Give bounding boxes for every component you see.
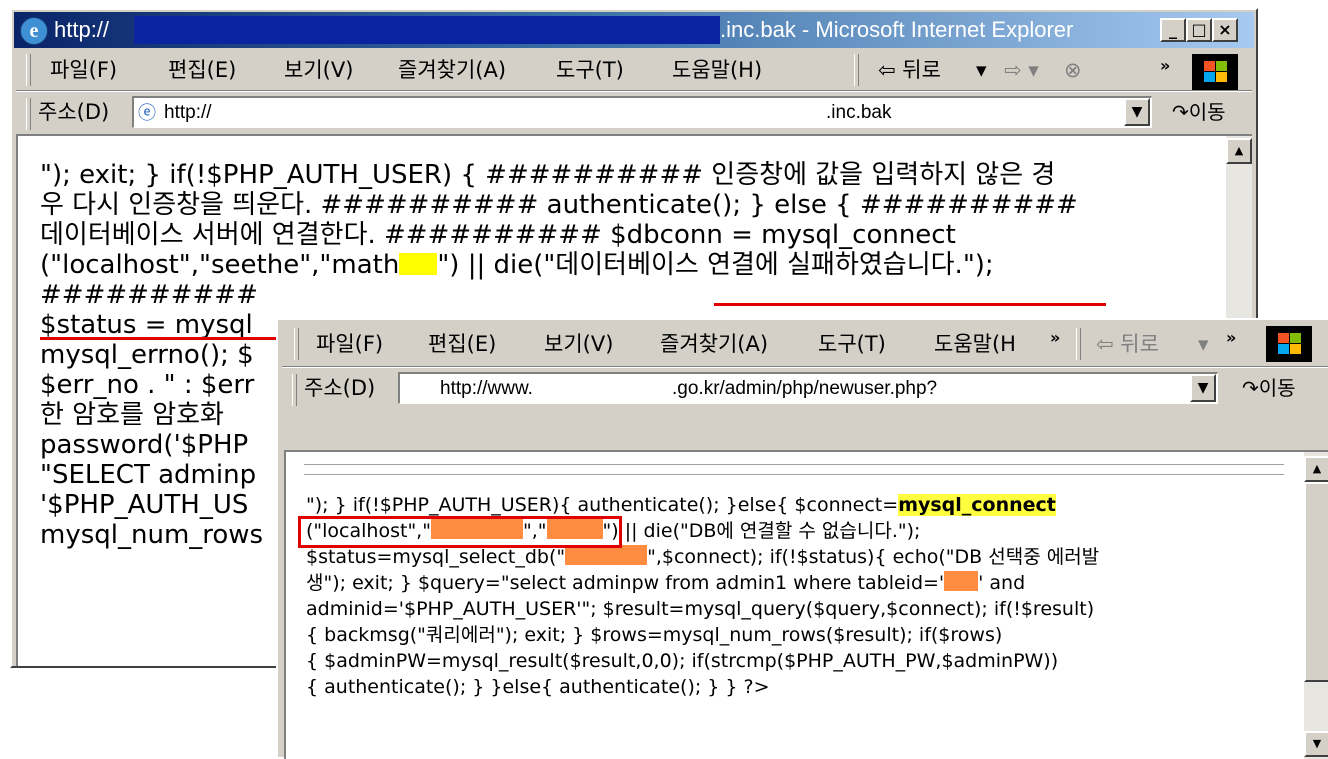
title-bar[interactable]: e http:// .inc.bak - Microsoft Internet …: [14, 12, 1254, 48]
text-line: { $adminPW=mysql_result($result,0,0); if…: [306, 650, 1059, 672]
go-arrow-icon: ↷: [1242, 376, 1259, 400]
page-icon: ⓔ: [138, 103, 156, 123]
menu-favorites[interactable]: 즐겨찾기(A): [398, 56, 506, 84]
back-button[interactable]: ⇦ 뒤로: [1096, 330, 1159, 358]
orange-redaction: [944, 571, 979, 591]
address-input[interactable]: http://www. .go.kr/admin/php/newuser.php…: [398, 372, 1218, 404]
menu-edit[interactable]: 편집(E): [168, 56, 236, 84]
address-bar: 주소(D) ⓔ http:// .inc.bak ▼ ↷이동: [16, 94, 1252, 132]
forward-button[interactable]: ⇨ ▾: [1004, 56, 1039, 84]
address-bar: 주소(D) http://www. .go.kr/admin/php/newus…: [282, 370, 1328, 408]
toolbar-grip: [854, 54, 859, 86]
menu-view[interactable]: 보기(V): [544, 330, 613, 358]
text-line: adminid='$PHP_AUTH_USER'"; $result=mysql…: [306, 598, 1095, 620]
ie-icon: e: [20, 17, 48, 45]
address-text-left: http://: [164, 102, 212, 123]
text-line: ("localhost","seethe","math ") || die("데이…: [40, 250, 1210, 280]
toolbar-chevron-icon[interactable]: »: [1226, 324, 1236, 352]
text-line: 생"); exit; } $query="select adminpw from…: [306, 570, 1099, 596]
menu-help[interactable]: 도움말(H): [672, 56, 762, 84]
address-grip: [26, 98, 31, 130]
annotation-underline: [40, 337, 278, 340]
toolbar-grip: [1076, 328, 1081, 360]
minimize-button[interactable]: _: [1160, 18, 1186, 42]
line3-b: ",$connect); if(!$status){ echo("DB 선택중 …: [647, 546, 1100, 568]
line1-text: "); } if(!$PHP_AUTH_USER){ authenticate(…: [306, 494, 899, 516]
orange-redaction: [565, 545, 648, 565]
toolbar-separator: [282, 366, 1328, 368]
divider: [304, 464, 1284, 465]
text-line: "); exit; } if(!$PHP_AUTH_USER) { ######…: [40, 160, 1056, 190]
line4-tail: ") || die("데이터베이스 연결에 실패하였습니다.");: [437, 250, 994, 280]
menu-bar: 파일(F) 편집(E) 보기(V) 즐겨찾기(A) 도구(T) 도움말(H » …: [282, 324, 1328, 364]
toolbar-chevron-icon[interactable]: »: [1160, 52, 1170, 80]
menu-file[interactable]: 파일(F): [50, 56, 117, 84]
windows-logo-icon: [1266, 326, 1312, 362]
line4-head: ("localhost","seethe","math: [40, 250, 400, 280]
maximize-button[interactable]: □: [1186, 18, 1212, 42]
back-button[interactable]: ⇦ 뒤로: [878, 56, 941, 84]
annotation-underline: [714, 303, 1106, 306]
back-dropdown[interactable]: ▾: [1198, 330, 1209, 358]
menu-view[interactable]: 보기(V): [284, 56, 353, 84]
go-label: 이동: [1188, 100, 1226, 124]
text-line: { authenticate(); } }else{ authenticate(…: [306, 676, 770, 698]
menu-bar: 파일(F) 편집(E) 보기(V) 즐겨찾기(A) 도구(T) 도움말(H) ⇦…: [16, 50, 1252, 90]
scroll-down-button[interactable]: ▼: [1304, 731, 1328, 757]
menu-help[interactable]: 도움말(H: [934, 330, 1016, 358]
text-line: "); } if(!$PHP_AUTH_USER){ authenticate(…: [306, 492, 1099, 518]
go-label: 이동: [1258, 376, 1296, 400]
annotation-box: [298, 516, 622, 548]
text-line: { backmsg("쿼리에러"); exit; } $rows=mysql_n…: [306, 624, 1003, 646]
menu-file[interactable]: 파일(F): [316, 330, 383, 358]
go-button[interactable]: ↷이동: [1242, 374, 1296, 402]
scroll-up-button[interactable]: ▲: [1304, 456, 1328, 482]
address-label: 주소(D): [304, 376, 376, 400]
back-dropdown[interactable]: ▾: [976, 56, 987, 84]
page-content: "); } if(!$PHP_AUTH_USER){ authenticate(…: [284, 450, 1328, 759]
address-grip: [292, 374, 297, 406]
stop-icon[interactable]: ⊗: [1064, 56, 1082, 84]
address-dropdown-button[interactable]: ▼: [1190, 374, 1216, 402]
vertical-scrollbar[interactable]: ▲ ▼: [1304, 452, 1328, 759]
menu-grip: [294, 328, 299, 360]
line4-b: ' and: [978, 572, 1026, 594]
menu-tools[interactable]: 도구(T): [556, 56, 624, 84]
address-text-right: .inc.bak: [826, 102, 892, 123]
address-input[interactable]: ⓔ http:// .inc.bak ▼: [132, 96, 1152, 128]
go-button[interactable]: ↷이동: [1172, 98, 1226, 126]
scroll-up-button[interactable]: ▲: [1226, 138, 1252, 164]
close-button[interactable]: ×: [1212, 18, 1238, 42]
yellow-redaction: [399, 253, 438, 275]
menu-grip: [26, 54, 31, 86]
mysql-connect-highlight: mysql_connect: [898, 494, 1056, 516]
scroll-thumb[interactable]: [1304, 482, 1328, 682]
toolbar-separator: [16, 90, 1252, 92]
address-text-right: .go.kr/admin/php/newuser.php?: [672, 378, 938, 399]
text-line: 우 다시 인증창을 띄운다. ########## authenticate()…: [40, 190, 1078, 220]
windows-logo-icon: [1192, 54, 1238, 90]
title-redaction: [134, 16, 720, 44]
menu-favorites[interactable]: 즐겨찾기(A): [660, 330, 768, 358]
line2-d: || die("DB에 연결할 수 없습니다.");: [618, 520, 921, 542]
address-label: 주소(D): [38, 100, 110, 124]
divider: [304, 474, 1284, 475]
text-line: 데이터베이스 서버에 연결한다. ########## $dbconn = my…: [40, 220, 956, 250]
line4-a: 생"); exit; } $query="select adminpw from…: [306, 572, 945, 594]
line3-a: $status=mysql_select_db(": [306, 546, 566, 568]
go-arrow-icon: ↷: [1172, 100, 1189, 124]
menu-chevron-icon[interactable]: »: [1050, 324, 1060, 352]
title-text-right: .inc.bak - Microsoft Internet Explorer: [720, 17, 1074, 42]
address-text-left: http://www.: [440, 378, 533, 399]
menu-tools[interactable]: 도구(T): [818, 330, 886, 358]
title-text-left: http://: [54, 17, 110, 42]
address-dropdown-button[interactable]: ▼: [1124, 98, 1150, 126]
menu-edit[interactable]: 편집(E): [428, 330, 496, 358]
